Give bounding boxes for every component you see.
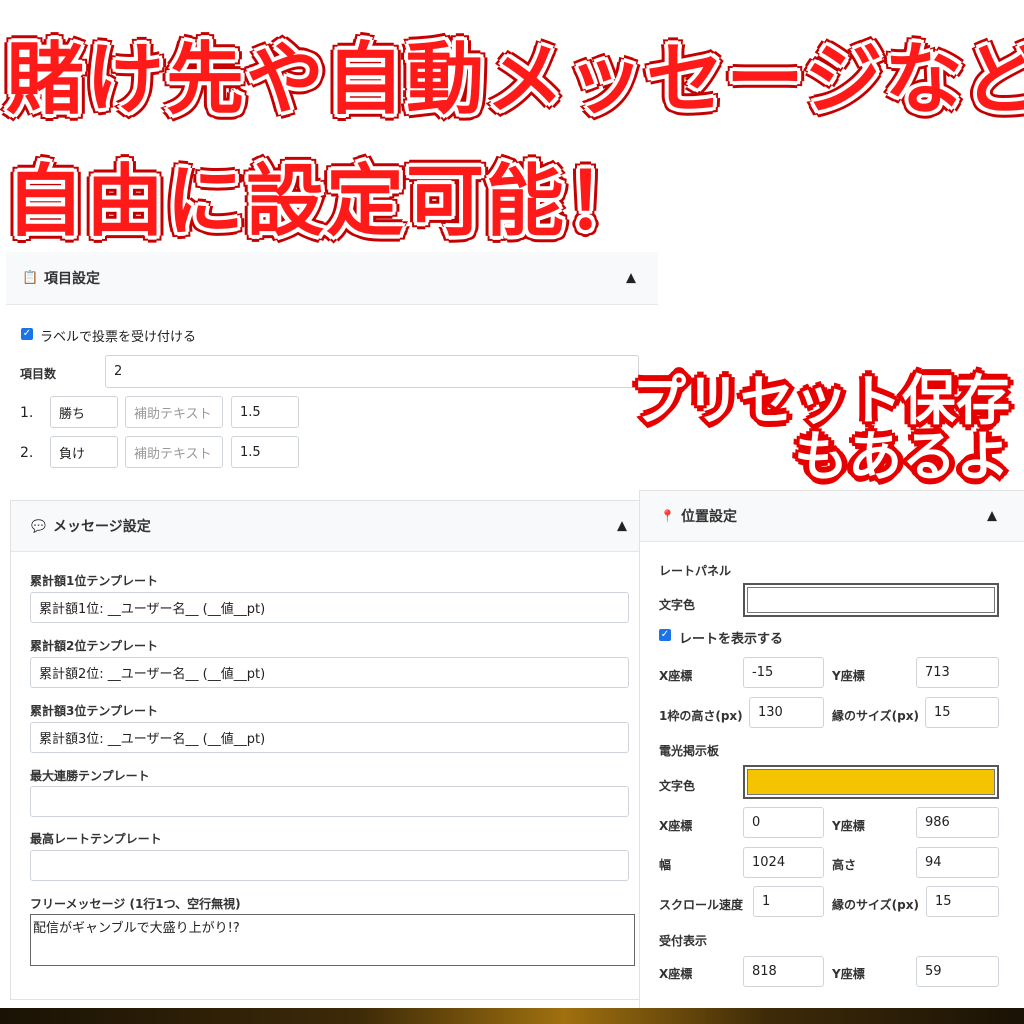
item-row-number: 2. bbox=[20, 445, 34, 461]
template-input[interactable] bbox=[30, 850, 629, 881]
items-panel-title: 項目設定 bbox=[44, 271, 100, 287]
position-settings-panel: 📍 位置設定 ▲ レートパネル 文字色 ✓ レートを表示する X座標 -15 Y… bbox=[639, 490, 1024, 1010]
rate-border-input[interactable]: 15 bbox=[925, 697, 999, 728]
board-y-label: Y座標 bbox=[832, 819, 865, 833]
clipboard-icon: 📋 bbox=[22, 270, 39, 286]
template-input[interactable]: 累計額2位: __ユーザー名__ (__値__pt) bbox=[30, 657, 629, 688]
template-input[interactable]: 累計額1位: __ユーザー名__ (__値__pt) bbox=[30, 592, 629, 623]
board-y-input[interactable]: 986 bbox=[916, 807, 999, 838]
board-height-label: 高さ bbox=[832, 858, 857, 872]
template-label: 最大連勝テンプレート bbox=[30, 769, 150, 783]
template-input[interactable] bbox=[30, 786, 629, 817]
message-settings-panel: 💬 メッセージ設定 ▲ 累計額1位テンプレート 累計額1位: __ユーザー名__… bbox=[10, 500, 640, 1000]
speech-bubble-icon: 💬 bbox=[31, 519, 46, 533]
board-text-color-fill bbox=[747, 769, 995, 795]
label-vote-checkbox-label: ラベルで投票を受け付ける bbox=[40, 330, 197, 345]
template-label: 最高レートテンプレート bbox=[30, 832, 162, 846]
item-count-input[interactable]: 2 bbox=[105, 355, 639, 388]
item-hint-input[interactable]: 補助テキスト bbox=[125, 436, 223, 468]
headline-line-2: 自由に設定可能！ bbox=[6, 157, 647, 247]
decorative-bottom-bar bbox=[0, 1008, 1024, 1024]
template-input[interactable]: 累計額3位: __ユーザー名__ (__値__pt) bbox=[30, 722, 629, 753]
collapse-caret-icon[interactable]: ▲ bbox=[987, 509, 997, 524]
row-height-input[interactable]: 130 bbox=[749, 697, 824, 728]
item-count-label: 項目数 bbox=[20, 367, 57, 381]
board-text-color-label: 文字色 bbox=[659, 779, 696, 793]
board-height-input[interactable]: 94 bbox=[916, 847, 999, 878]
rate-x-label: X座標 bbox=[659, 669, 693, 683]
accept-x-label: X座標 bbox=[659, 967, 693, 981]
items-panel-header[interactable]: 📋 項目設定 ▲ bbox=[6, 252, 658, 305]
rate-border-label: 縁のサイズ(px) bbox=[832, 709, 919, 723]
item-row-number: 1. bbox=[20, 405, 34, 421]
item-hint-input[interactable]: 補助テキスト bbox=[125, 396, 223, 428]
rate-y-label: Y座標 bbox=[832, 669, 865, 683]
accept-x-input[interactable]: 818 bbox=[743, 956, 824, 987]
board-section-label: 電光掲示板 bbox=[659, 744, 720, 758]
rate-panel-section-label: レートパネル bbox=[659, 564, 732, 578]
accept-section-label: 受付表示 bbox=[659, 934, 708, 948]
row-height-label: 1枠の高さ(px) bbox=[659, 709, 743, 723]
position-panel-title: 位置設定 bbox=[681, 509, 737, 525]
template-label: 累計額1位テンプレート bbox=[30, 574, 158, 588]
message-panel-title: メッセージ設定 bbox=[53, 519, 151, 535]
template-label: 累計額2位テンプレート bbox=[30, 639, 158, 653]
rate-text-color-label: 文字色 bbox=[659, 598, 696, 612]
board-width-label: 幅 bbox=[659, 858, 672, 872]
template-label: 累計額3位テンプレート bbox=[30, 704, 158, 718]
item-odds-input[interactable]: 1.5 bbox=[231, 436, 299, 468]
pin-icon: 📍 bbox=[660, 509, 675, 523]
rate-x-input[interactable]: -15 bbox=[743, 657, 824, 688]
accept-y-input[interactable]: 59 bbox=[916, 956, 999, 987]
scroll-speed-input[interactable]: 1 bbox=[753, 886, 824, 917]
position-panel-header[interactable]: 📍 位置設定 ▲ bbox=[640, 491, 1024, 542]
show-rate-checkbox[interactable]: ✓ bbox=[659, 629, 671, 641]
accept-y-label: Y座標 bbox=[832, 967, 865, 981]
preset-badge-line-2: もあるよ bbox=[794, 425, 1010, 488]
board-border-label: 縁のサイズ(px) bbox=[832, 898, 919, 912]
board-text-color-picker[interactable] bbox=[743, 765, 999, 799]
board-border-input[interactable]: 15 bbox=[926, 886, 999, 917]
item-odds-input[interactable]: 1.5 bbox=[231, 396, 299, 428]
free-message-label: フリーメッセージ (1行1つ、空行無視) bbox=[30, 897, 241, 911]
collapse-caret-icon[interactable]: ▲ bbox=[626, 271, 636, 286]
scroll-speed-label: スクロール速度 bbox=[659, 898, 744, 912]
show-rate-label: レートを表示する bbox=[679, 632, 784, 647]
collapse-caret-icon[interactable]: ▲ bbox=[617, 519, 627, 534]
rate-y-input[interactable]: 713 bbox=[916, 657, 999, 688]
board-width-input[interactable]: 1024 bbox=[743, 847, 824, 878]
rate-text-color-fill bbox=[747, 587, 995, 613]
preset-badge-line-1: プリセット保存 bbox=[632, 369, 1010, 432]
rate-text-color-picker[interactable] bbox=[743, 583, 999, 617]
board-x-input[interactable]: 0 bbox=[743, 807, 824, 838]
item-name-input[interactable]: 勝ち bbox=[50, 396, 118, 428]
headline-line-1: 賭け先や自動メッセージなど bbox=[6, 35, 1024, 125]
free-message-textarea[interactable]: 配信がギャンブルで大盛り上がり!? bbox=[30, 914, 635, 966]
message-panel-header[interactable]: 💬 メッセージ設定 ▲ bbox=[11, 501, 639, 552]
board-x-label: X座標 bbox=[659, 819, 693, 833]
label-vote-checkbox[interactable]: ✓ bbox=[21, 328, 33, 340]
items-settings-panel: 📋 項目設定 ▲ ✓ ラベルで投票を受け付ける 項目数 2 1. 勝ち 補助テキ… bbox=[6, 250, 658, 490]
item-name-input[interactable]: 負け bbox=[50, 436, 118, 468]
